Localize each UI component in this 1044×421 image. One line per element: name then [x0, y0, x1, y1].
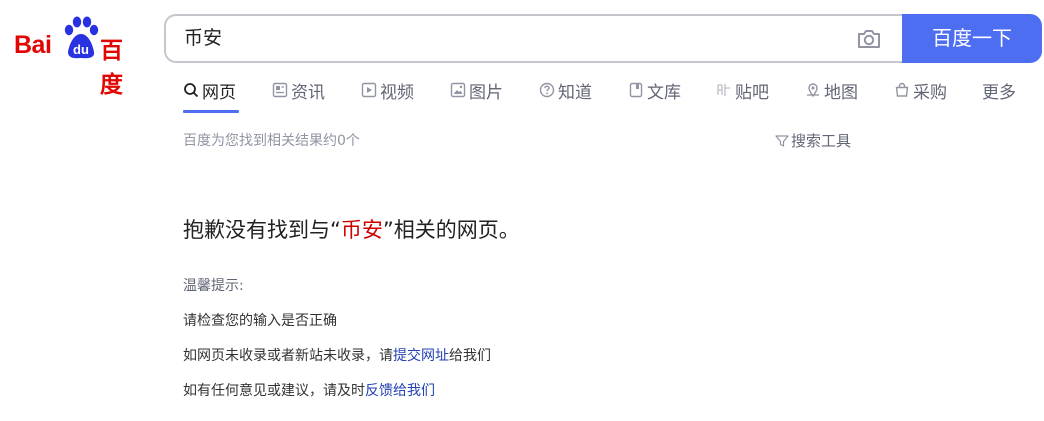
no-result-suffix: ”相关的网页。	[382, 218, 520, 242]
baidu-logo[interactable]: Bai du 百度	[14, 16, 144, 98]
search-tools-label: 搜索工具	[791, 132, 852, 150]
tab-map[interactable]: 地图	[805, 78, 858, 114]
search-input[interactable]	[184, 16, 824, 61]
tips-section: 温馨提示: 请检查您的输入是否正确 如网页未收录或者新站未收录，请提交网址给我们…	[183, 277, 491, 417]
logo-text-du: du	[73, 42, 89, 57]
paw-logo-icon: du	[64, 16, 99, 59]
tip-submit-url-prefix: 如网页未收录或者新站未收录，请	[183, 348, 393, 364]
tab-label: 视频	[380, 83, 414, 103]
search-box	[164, 14, 904, 63]
submit-url-link[interactable]: 提交网址	[393, 348, 449, 364]
tab-label: 地图	[824, 83, 858, 103]
image-icon	[450, 82, 466, 98]
no-result-message: 抱歉没有找到与“币安”相关的网页。	[183, 214, 520, 244]
tab-video[interactable]: 视频	[361, 78, 414, 114]
tip-feedback-prefix: 如有任何意见或建议，请及时	[183, 383, 365, 399]
shopping-icon	[895, 82, 909, 97]
tab-label: 文库	[647, 83, 681, 103]
logo-text-bai: Bai	[14, 31, 52, 59]
tab-label: 资讯	[291, 83, 325, 103]
question-icon	[539, 82, 555, 98]
tip-check-input: 请检查您的输入是否正确	[183, 313, 337, 329]
tab-images[interactable]: 图片	[450, 78, 503, 114]
logo-text-cn: 百度	[100, 38, 123, 98]
tieba-icon	[717, 84, 730, 96]
tip-submit-url: 如网页未收录或者新站未收录，请提交网址给我们	[183, 347, 491, 382]
tab-news[interactable]: 资讯	[272, 78, 325, 114]
news-icon	[272, 82, 288, 98]
search-button[interactable]: 百度一下	[902, 14, 1042, 63]
camera-icon[interactable]	[856, 27, 882, 51]
video-icon	[361, 82, 377, 98]
tab-label: 采购	[913, 83, 947, 103]
tab-label: 网页	[202, 83, 236, 103]
tab-more[interactable]: 更多	[982, 78, 1016, 114]
tab-wenku[interactable]: 文库	[628, 78, 681, 114]
document-icon	[629, 82, 643, 98]
no-result-keyword: 币安	[340, 218, 383, 242]
active-tab-underline	[183, 110, 239, 113]
tab-tieba[interactable]: 贴吧	[716, 78, 769, 114]
search-icon	[184, 83, 199, 98]
filter-icon	[775, 134, 789, 147]
tips-title: 温馨提示:	[183, 278, 244, 294]
search-tools-button[interactable]: 搜索工具	[775, 130, 851, 151]
tip-feedback: 如有任何意见或建议，请及时反馈给我们	[183, 382, 491, 417]
tab-label: 图片	[469, 83, 503, 103]
tab-web[interactable]: 网页	[183, 78, 239, 114]
map-icon	[807, 83, 819, 98]
result-count: 百度为您找到相关结果约0个	[183, 133, 360, 149]
tab-shopping[interactable]: 采购	[894, 78, 947, 114]
no-result-prefix: 抱歉没有找到与“	[183, 218, 341, 242]
tab-label: 更多	[982, 83, 1016, 103]
tab-label: 贴吧	[735, 83, 769, 103]
tab-label: 知道	[558, 83, 592, 103]
tab-zhidao[interactable]: 知道	[539, 78, 592, 114]
feedback-link[interactable]: 反馈给我们	[365, 383, 435, 399]
tip-submit-url-suffix: 给我们	[449, 348, 491, 364]
